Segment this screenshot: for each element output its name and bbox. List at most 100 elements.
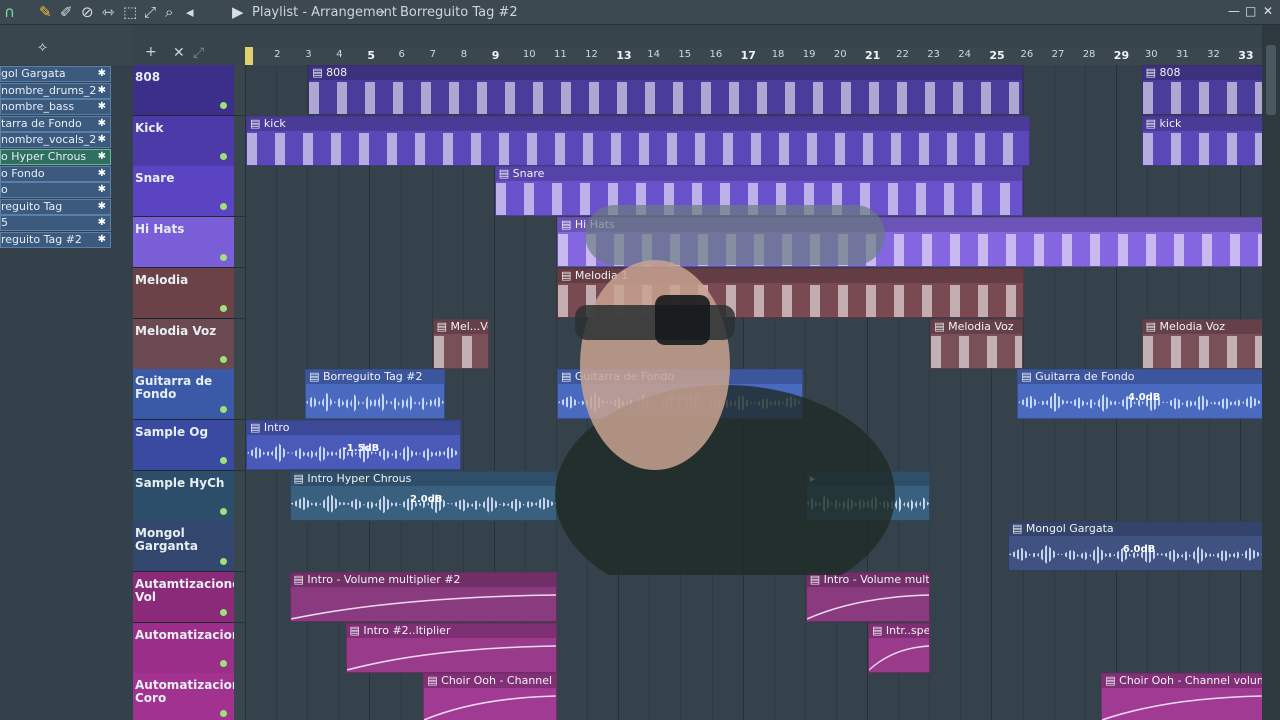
track-mute-strip[interactable] — [234, 419, 245, 471]
clip[interactable]: ▤ kick — [1141, 115, 1262, 166]
picker-item[interactable]: nombre_bass ✱ — [0, 99, 111, 116]
clip[interactable]: ▤ Guitarra de Fondo 2.0dB — [557, 369, 803, 420]
add-track-button[interactable]: + — [145, 44, 157, 60]
track-header[interactable]: Kick — [133, 115, 234, 167]
track-mute-strip[interactable] — [234, 318, 245, 370]
clip[interactable]: ▤ Intro - Volume multiplier #2 — [289, 572, 557, 622]
select-icon[interactable]: ⤢ — [144, 3, 156, 21]
picker-item[interactable]: reguito Tag ✱ — [0, 198, 111, 215]
picker-item[interactable]: nombre_drums_2 ✱ — [0, 82, 111, 99]
picker-item[interactable]: reguito Tag #2 ✱ — [0, 232, 111, 248]
clip[interactable]: ▤ Intr..speed — [868, 622, 931, 673]
minimize-button[interactable]: — — [1228, 4, 1240, 18]
clip[interactable]: ▤ 808 — [308, 65, 1024, 115]
vertical-scrollbar[interactable] — [1262, 25, 1280, 720]
track-enable-led[interactable] — [220, 609, 227, 616]
clip[interactable]: ▤ Choir Ooh - Channel volume — [1101, 673, 1262, 720]
track-enable-led[interactable] — [220, 355, 227, 363]
track-mute-strip[interactable] — [234, 470, 245, 522]
track-header[interactable]: Mongol Garganta — [133, 521, 234, 573]
track-mute-strip[interactable] — [234, 622, 245, 674]
note-preview — [1142, 132, 1262, 165]
track-enable-led[interactable] — [220, 304, 227, 312]
picker-item[interactable]: o ✱ — [0, 182, 111, 199]
slip-icon[interactable]: ⬚ — [123, 3, 137, 21]
playlist-grid[interactable]: ▤ 808 ▤ 808 ▤ kick ▤ kick ▤ Snare ▤ Hi Hats ▤ … — [245, 65, 1262, 720]
track-enable-led[interactable] — [220, 203, 227, 211]
clip[interactable]: ▤ kick — [246, 115, 1030, 166]
track-enable-led[interactable] — [220, 152, 227, 160]
track-header[interactable]: Autamtizaciones Vol — [133, 572, 247, 623]
track-header[interactable]: Sample HyCh — [133, 470, 234, 522]
track-header[interactable]: Guitarra de Fondo — [133, 369, 234, 421]
track-enable-led[interactable] — [220, 456, 227, 464]
wave-icon[interactable]: ⟡ — [38, 39, 47, 55]
ruler-bar-number: 20 — [833, 49, 847, 60]
clip[interactable]: ▤ Intro -1.5dB — [246, 419, 461, 470]
paint-icon[interactable]: ✐ — [60, 3, 73, 21]
mute-icon[interactable]: ⇿ — [102, 3, 115, 21]
track-header[interactable]: 808 — [133, 65, 234, 116]
clip[interactable]: ▤ Mel...Voz — [432, 318, 489, 369]
clip[interactable]: ▤ 808 — [1141, 65, 1262, 115]
playhead[interactable] — [245, 47, 253, 65]
track-mute-strip[interactable] — [234, 115, 245, 167]
clip[interactable]: ▤ Intro Hyper Chrous 2.0dB — [289, 470, 557, 521]
clip[interactable]: ▤ Melodia 1 — [557, 267, 1024, 318]
clip[interactable]: ▤ Melodia Voz — [1141, 318, 1262, 369]
picker-item[interactable]: nombre_vocals_2 ✱ — [0, 132, 111, 149]
title-separator: › — [380, 5, 386, 20]
track-enable-led[interactable] — [220, 102, 227, 109]
ruler-bar-number: 8 — [460, 49, 468, 60]
clip-label: ▤ Melodia 1 — [558, 268, 1023, 283]
picker-item[interactable]: o Hyper Chrous ✱ — [0, 149, 111, 165]
pencil-icon[interactable]: ✎ — [39, 3, 52, 21]
track-enable-led[interactable] — [220, 507, 227, 515]
track-enable-led[interactable] — [220, 659, 227, 667]
picker-item[interactable]: o Fondo ✱ — [0, 165, 111, 182]
playback-icon[interactable]: ◂ — [186, 3, 194, 21]
clip[interactable]: ▤ Intro - Volume multiplier — [805, 572, 931, 622]
zoom-icon[interactable]: ⌕ — [165, 3, 173, 21]
track-enable-led[interactable] — [220, 406, 227, 414]
clip[interactable]: ▤ Borreguito Tag #2 — [305, 369, 446, 420]
clip[interactable]: ▤ Intro #2..ltiplier — [345, 622, 557, 673]
track-mute-strip[interactable] — [234, 572, 245, 623]
track-enable-led[interactable] — [220, 710, 227, 718]
scroll-thumb[interactable] — [1266, 45, 1276, 115]
clip[interactable]: ▤ Guitarra de Fondo 4.0dB — [1017, 369, 1262, 420]
track-header[interactable]: Melodia Voz — [133, 318, 234, 370]
clip[interactable]: ▤ Mongol Gargata 6.0dB — [1007, 521, 1262, 572]
magnet-icon[interactable]: ∩ — [4, 3, 15, 21]
maximize-button[interactable]: □ — [1245, 4, 1256, 18]
clip[interactable]: ▤ Snare — [494, 166, 1024, 217]
snap-icon[interactable]: ⤢ — [193, 45, 204, 61]
clip[interactable]: ▤ Melodia Voz — [930, 318, 1024, 369]
track-mute-strip[interactable] — [234, 521, 245, 573]
pattern-icon: ✱ — [97, 200, 106, 212]
track-mute-strip[interactable] — [234, 65, 245, 116]
track-header[interactable]: Automatizaciones — [133, 622, 256, 674]
picker-item[interactable]: 5 ✱ — [0, 215, 111, 232]
track-header[interactable]: Automatizaciones Coro — [133, 673, 256, 720]
clip[interactable]: ▤ Hi Hats — [557, 217, 1262, 268]
track-mute-strip[interactable] — [234, 369, 245, 421]
track-mute-strip[interactable] — [234, 267, 245, 319]
track-mute-strip[interactable] — [234, 166, 245, 218]
track-header[interactable]: Hi Hats — [133, 217, 234, 269]
track-header[interactable]: Melodia — [133, 267, 234, 319]
picker-item[interactable]: gol Gargata ✱ — [0, 66, 111, 82]
picker-item[interactable]: tarra de Fondo ✱ — [0, 115, 111, 132]
close-track-icon[interactable]: ✕ — [173, 45, 185, 61]
track-header[interactable]: Snare — [133, 166, 234, 218]
timeline-ruler[interactable]: 2 3 4 5 6 7 8 9 10 11 12 13 14 15 16 17 18 19 20 21 22 23 24 25… — [245, 47, 1262, 65]
track-enable-led[interactable] — [220, 254, 227, 262]
track-enable-led[interactable] — [220, 558, 227, 566]
clip[interactable]: ▤ Choir Ooh - Channel volume — [423, 673, 557, 720]
track-mute-strip[interactable] — [234, 217, 245, 269]
track-mute-strip[interactable] — [234, 673, 245, 720]
track-header[interactable]: Sample Og — [133, 419, 234, 471]
delete-icon[interactable]: ⊘ — [81, 3, 94, 21]
close-button[interactable]: ✕ — [1263, 4, 1273, 18]
clip[interactable]: ▸ — [805, 470, 931, 521]
